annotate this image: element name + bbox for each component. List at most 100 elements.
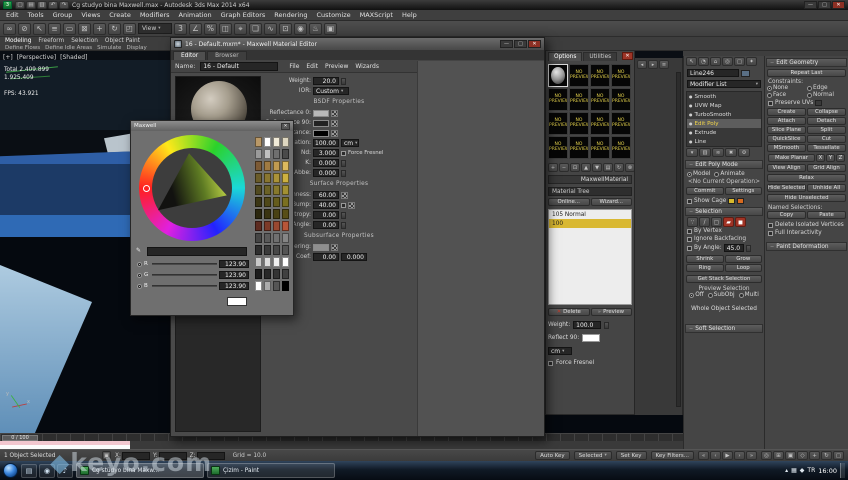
roughness-texture-button[interactable]: [341, 191, 348, 199]
palette-swatch[interactable]: [255, 137, 262, 147]
settings-button[interactable]: Settings: [724, 187, 762, 195]
shrink-button[interactable]: Shrink: [686, 255, 724, 263]
configure-modifier-sets-icon[interactable]: ⚙: [738, 148, 750, 157]
attenuation-unit-dropdown[interactable]: cm ▾: [341, 139, 359, 147]
maximize-button[interactable]: □: [818, 1, 831, 9]
tray-volume-icon[interactable]: ◆: [800, 467, 805, 474]
reflectance90-color-swatch[interactable]: [313, 119, 329, 127]
select-by-name-icon[interactable]: ≡: [48, 22, 61, 35]
menu-item-help[interactable]: Help: [402, 11, 417, 19]
unhide-all-button[interactable]: Unhide All: [807, 184, 846, 192]
palette-swatch[interactable]: [264, 185, 271, 195]
palette-swatch[interactable]: [255, 281, 262, 291]
ribbon-tab-freeform[interactable]: Freeform: [38, 38, 64, 44]
delete-material-button[interactable]: ✕ Delete: [548, 308, 590, 316]
anisotropy-spinner[interactable]: [341, 211, 346, 219]
maximize-button[interactable]: □: [514, 40, 527, 48]
palette-swatch[interactable]: [273, 161, 280, 171]
modifier-stack-item[interactable]: ● Smooth: [687, 92, 761, 101]
model-radio[interactable]: Model: [687, 171, 710, 177]
new-file-icon[interactable]: ▢: [15, 1, 25, 9]
bump-field[interactable]: 40.00: [313, 201, 339, 209]
constraint-face[interactable]: Face: [767, 92, 806, 98]
weight-spinner[interactable]: [341, 77, 346, 85]
hide-selected-button[interactable]: Hide Selected: [767, 184, 806, 192]
pencil-icon[interactable]: ✎: [136, 247, 141, 254]
field-of-view-icon[interactable]: ◇: [797, 451, 808, 460]
palette-swatch[interactable]: [264, 233, 271, 243]
hex-value-field[interactable]: [147, 247, 247, 256]
render-setup-icon[interactable]: ♨: [309, 22, 322, 35]
transmittance-texture-button[interactable]: [331, 129, 338, 137]
refresh-preview-icon[interactable]: ↻: [614, 163, 624, 172]
palette-swatch[interactable]: [282, 257, 289, 267]
bump-texture-button[interactable]: [348, 201, 355, 209]
zoom-icon[interactable]: ◎: [761, 451, 772, 460]
crossing-selection-icon[interactable]: ⊠: [78, 22, 91, 35]
render-production-icon[interactable]: ▣: [324, 22, 337, 35]
ribbon-tool-define-flows[interactable]: Define Flows: [5, 45, 40, 51]
eg-button-tessellate[interactable]: Tessellate: [807, 144, 846, 152]
remove-modifier-icon[interactable]: ✖: [725, 148, 737, 157]
transmittance-color-swatch[interactable]: [313, 129, 329, 137]
maximize-viewport-icon[interactable]: ▢: [833, 451, 844, 460]
by-angle-checkbox[interactable]: [687, 245, 692, 251]
element-mode-icon[interactable]: ◼: [735, 217, 746, 227]
polygon-mode-icon[interactable]: ▰: [723, 217, 734, 227]
eg-button-detach[interactable]: Detach: [807, 117, 846, 125]
channel-value[interactable]: 123.90: [219, 260, 249, 268]
viewport-shading-menu[interactable]: [Shaded]: [60, 54, 87, 61]
palette-swatch[interactable]: [273, 209, 280, 219]
visibility-bulb-icon[interactable]: ●: [689, 139, 693, 144]
palette-swatch[interactable]: [282, 221, 289, 231]
by-angle-field[interactable]: 45.0: [723, 244, 744, 252]
curve-editor-icon[interactable]: ∿: [264, 22, 277, 35]
show-end-result-icon[interactable]: ▥: [699, 148, 711, 157]
palette-swatch[interactable]: [255, 245, 262, 255]
menu-item-animation[interactable]: Animation: [179, 11, 212, 19]
object-color-swatch[interactable]: [741, 69, 750, 77]
cage-color-swatch[interactable]: [728, 198, 736, 204]
select-object-icon[interactable]: ↖: [33, 22, 46, 35]
wizard-button[interactable]: Wizard...: [590, 198, 632, 206]
coordinate-field[interactable]: [158, 451, 187, 460]
app-logo-icon[interactable]: 3: [3, 1, 12, 9]
constraint-normal[interactable]: Normal: [807, 92, 846, 98]
align-icon[interactable]: ⌖: [234, 22, 247, 35]
palette-swatch[interactable]: [255, 173, 262, 183]
grow-button[interactable]: Grow: [724, 255, 762, 263]
selection-lock-icon[interactable]: ▣: [102, 451, 111, 460]
commit-button[interactable]: Commit: [686, 187, 724, 195]
abbe-field[interactable]: 0.000: [313, 169, 339, 177]
eg-button-slice-plane[interactable]: Slice Plane: [767, 126, 806, 134]
material-tree-item[interactable]: 105 Normal: [549, 210, 631, 219]
maxwell-tab-editor[interactable]: Editor: [173, 51, 207, 60]
palette-swatch[interactable]: [273, 149, 280, 159]
bump-checkbox[interactable]: [341, 202, 346, 208]
eg-button-msmooth[interactable]: MSmooth: [767, 144, 806, 152]
zoom-all-icon[interactable]: ⊞: [773, 451, 784, 460]
make-planar-axis-x[interactable]: X: [816, 154, 825, 162]
preview-option-off[interactable]: Off: [689, 292, 704, 298]
palette-swatch[interactable]: [255, 209, 262, 219]
scattering-color-swatch[interactable]: [313, 243, 329, 251]
abbe-spinner[interactable]: [341, 169, 346, 177]
palette-swatch[interactable]: [273, 173, 280, 183]
palette-swatch[interactable]: [255, 161, 262, 171]
weight-field[interactable]: 20.0: [313, 77, 339, 85]
language-indicator[interactable]: TR: [807, 467, 815, 474]
hue-wheel[interactable]: [139, 135, 245, 241]
tray-network-icon[interactable]: ▦: [791, 467, 797, 474]
modifier-stack-item[interactable]: ● TurboSmooth: [687, 110, 761, 119]
taskbar-window-cg-st-dyo-bina-maxw[interactable]: Cg stüdyo bina Maxw...: [76, 463, 204, 478]
angle-snap-icon[interactable]: ∠: [189, 22, 202, 35]
relax-button[interactable]: Relax: [767, 174, 846, 182]
tray-tray-expand-icon[interactable]: ▴: [785, 467, 788, 474]
channel-slider[interactable]: [152, 263, 217, 265]
collapse-panel-icon[interactable]: ◂: [637, 60, 647, 69]
ribbon-tool-define-idle-areas[interactable]: Define Idle Areas: [45, 45, 92, 51]
by-angle-spinner[interactable]: [745, 244, 751, 252]
reflectance0-color-swatch[interactable]: [313, 109, 329, 117]
modifier-stack-item[interactable]: ● Edit Poly: [687, 119, 761, 128]
scattering-texture-button[interactable]: [331, 243, 338, 251]
